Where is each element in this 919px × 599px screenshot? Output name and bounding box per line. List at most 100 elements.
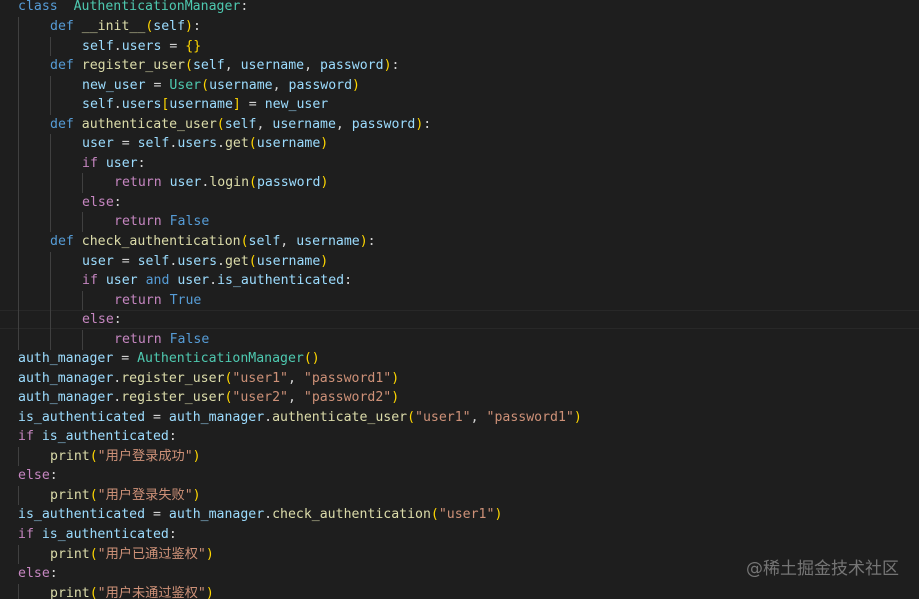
- code-token: ): [573, 410, 582, 425]
- code-token: self: [82, 39, 114, 54]
- code-line: auth_manager.register_user("user1", "pas…: [18, 369, 399, 389]
- code-line: class AuthenticationManager:: [18, 0, 248, 17]
- indent-guide: [50, 134, 51, 232]
- indent-guide: [50, 252, 51, 350]
- code-line: user = self.users.get(username): [82, 134, 328, 154]
- code-token: (: [89, 449, 98, 464]
- code-token: :: [113, 195, 122, 210]
- code-token: __init__: [81, 19, 146, 34]
- code-token: user: [105, 156, 138, 171]
- code-token: else: [82, 195, 114, 210]
- code-token: if: [18, 527, 34, 542]
- code-line: else:: [82, 310, 122, 330]
- code-token: password: [351, 117, 416, 132]
- code-token: (: [248, 136, 257, 151]
- code-token: ): [320, 175, 329, 190]
- code-token: ): [192, 449, 201, 464]
- indent-guide: [18, 447, 19, 466]
- code-token: :: [137, 156, 146, 171]
- code-token: ): [383, 58, 392, 73]
- code-token: .: [264, 410, 273, 425]
- code-token: ): [494, 507, 503, 522]
- code-token: authenticate_user: [272, 410, 408, 425]
- code-token: auth_manager: [168, 410, 265, 425]
- code-token: print: [50, 488, 90, 503]
- indent-guide: [82, 330, 83, 350]
- code-token: username: [256, 254, 321, 269]
- code-token: auth_manager: [18, 351, 114, 366]
- code-token: False: [169, 214, 210, 229]
- code-token: "用户未通过鉴权": [97, 586, 206, 599]
- code-line: new_user = User(username, password): [82, 76, 360, 96]
- code-token: self: [192, 58, 225, 73]
- indent-guide: [18, 486, 19, 505]
- code-token: .: [217, 254, 225, 269]
- code-token: auth_manager: [18, 390, 114, 405]
- code-token: users: [177, 254, 218, 269]
- code-token: ,: [224, 58, 241, 73]
- code-token: is_authenticated: [41, 429, 169, 444]
- code-token: is_authenticated: [217, 273, 345, 288]
- code-token: ]: [232, 97, 241, 112]
- code-line: else:: [82, 193, 122, 213]
- code-token: "password1": [303, 371, 392, 386]
- code-token: AuthenticationManager: [73, 0, 241, 14]
- code-token: return: [114, 214, 162, 229]
- code-line: is_authenticated = auth_manager.check_au…: [18, 505, 502, 525]
- code-token: self: [82, 97, 114, 112]
- code-token: :: [367, 234, 376, 249]
- code-token: is_authenticated: [18, 507, 146, 522]
- code-line: return False: [114, 212, 209, 232]
- code-token: get: [224, 136, 249, 151]
- code-token: ): [205, 547, 214, 562]
- code-token: login: [209, 175, 250, 190]
- code-token: ): [205, 586, 214, 599]
- code-token: :: [49, 468, 58, 483]
- code-token: register_user: [121, 390, 225, 405]
- code-token: :: [240, 0, 249, 14]
- code-token: ,: [335, 117, 352, 132]
- code-line: if is_authenticated:: [18, 525, 177, 545]
- code-token: =: [145, 410, 169, 425]
- code-token: :: [168, 429, 177, 444]
- code-token: and: [145, 273, 170, 288]
- code-token: :: [49, 566, 58, 581]
- code-token: ): [320, 136, 329, 151]
- code-token: self: [224, 117, 257, 132]
- code-line: def check_authentication(self, username)…: [50, 232, 376, 252]
- code-token: auth_manager: [168, 507, 265, 522]
- code-token: =: [113, 254, 138, 269]
- code-line: print("用户登录失败"): [50, 486, 201, 506]
- indent-guide: [18, 584, 19, 599]
- code-token: =: [113, 351, 138, 366]
- code-token: ): [320, 254, 329, 269]
- code-token: ,: [287, 390, 304, 405]
- code-line: return user.login(password): [114, 173, 328, 193]
- code-token: (: [430, 507, 439, 522]
- code-token: .: [209, 273, 218, 288]
- code-token: password: [288, 78, 353, 93]
- code-token: ,: [287, 371, 304, 386]
- code-token: self: [153, 19, 186, 34]
- code-token: ): [391, 390, 400, 405]
- code-token: "用户已通过鉴权": [97, 547, 206, 562]
- code-line: return False: [114, 330, 209, 350]
- code-token: "user1": [232, 371, 288, 386]
- code-token: if: [18, 429, 34, 444]
- indent-guide: [82, 212, 83, 232]
- code-token: ,: [256, 117, 273, 132]
- code-token: True: [169, 293, 202, 308]
- code-editor[interactable]: class AuthenticationManager: def __init__…: [0, 0, 919, 599]
- code-token: else: [82, 312, 114, 327]
- watermark: @稀土掘金技术社区: [746, 559, 899, 579]
- code-line: print("用户登录成功"): [50, 447, 201, 467]
- code-token: users: [177, 136, 218, 151]
- code-token: check_authentication: [81, 234, 241, 249]
- code-token: {}: [185, 39, 202, 54]
